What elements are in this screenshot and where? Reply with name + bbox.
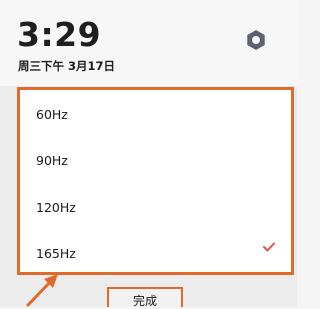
checkmark-icon [263, 242, 275, 252]
settings-icon[interactable] [245, 29, 267, 51]
option-label: 165Hz [36, 246, 76, 261]
option-165hz[interactable]: 165Hz [36, 245, 76, 263]
option-90hz[interactable]: 90Hz [36, 152, 68, 170]
annotation-arrow [26, 274, 58, 307]
status-header: 3:29 周三下午 3月17日 [0, 0, 297, 86]
refresh-rate-options-panel: 60Hz 90Hz 120Hz 165Hz [17, 87, 294, 275]
clock-date: 周三下午 3月17日 [18, 59, 116, 73]
done-button[interactable]: 完成 [107, 287, 183, 308]
option-label: 90Hz [36, 153, 68, 168]
clock-time: 3:29 [17, 15, 102, 54]
option-label: 120Hz [36, 200, 76, 215]
option-120hz[interactable]: 120Hz [36, 199, 76, 217]
option-60hz[interactable]: 60Hz [36, 106, 68, 124]
option-label: 60Hz [36, 107, 68, 122]
